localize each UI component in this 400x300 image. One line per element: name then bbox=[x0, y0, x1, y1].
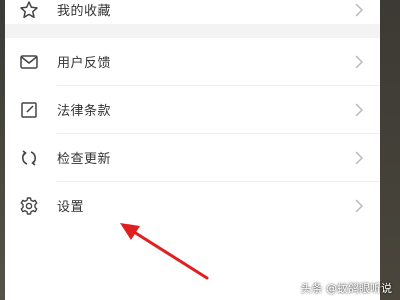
menu-item-update-label: 检查更新 bbox=[57, 152, 112, 167]
phone-screen: 我的收藏 用户反馈 法律条款 检查更新 设置 bbox=[5, 0, 380, 300]
menu-item-legal-label: 法律条款 bbox=[57, 104, 112, 119]
background-right-edge bbox=[380, 0, 400, 300]
chevron-right-icon bbox=[355, 150, 364, 165]
menu-item-legal[interactable]: 法律条款 bbox=[5, 86, 380, 133]
menu-item-feedback-label: 用户反馈 bbox=[57, 56, 112, 71]
edit-box-icon bbox=[19, 100, 39, 120]
favorites-card: 我的收藏 bbox=[5, 0, 380, 24]
refresh-icon bbox=[19, 148, 39, 168]
chevron-right-icon bbox=[355, 198, 364, 213]
settings-menu-card: 用户反馈 法律条款 检查更新 设置 bbox=[5, 38, 380, 300]
gear-icon bbox=[19, 196, 39, 216]
star-icon bbox=[19, 0, 39, 20]
chevron-right-icon bbox=[355, 102, 364, 117]
menu-item-favorites[interactable]: 我的收藏 bbox=[5, 0, 380, 33]
watermark: 头条 @蚊鸽眼听说 bbox=[300, 282, 393, 295]
mail-icon bbox=[19, 52, 39, 72]
menu-item-favorites-label: 我的收藏 bbox=[57, 4, 112, 19]
chevron-right-icon bbox=[355, 54, 364, 69]
chevron-right-icon bbox=[355, 2, 364, 17]
menu-item-settings[interactable]: 设置 bbox=[5, 182, 380, 229]
menu-item-update[interactable]: 检查更新 bbox=[5, 134, 380, 181]
menu-item-settings-label: 设置 bbox=[57, 200, 85, 215]
menu-item-feedback[interactable]: 用户反馈 bbox=[5, 38, 380, 85]
